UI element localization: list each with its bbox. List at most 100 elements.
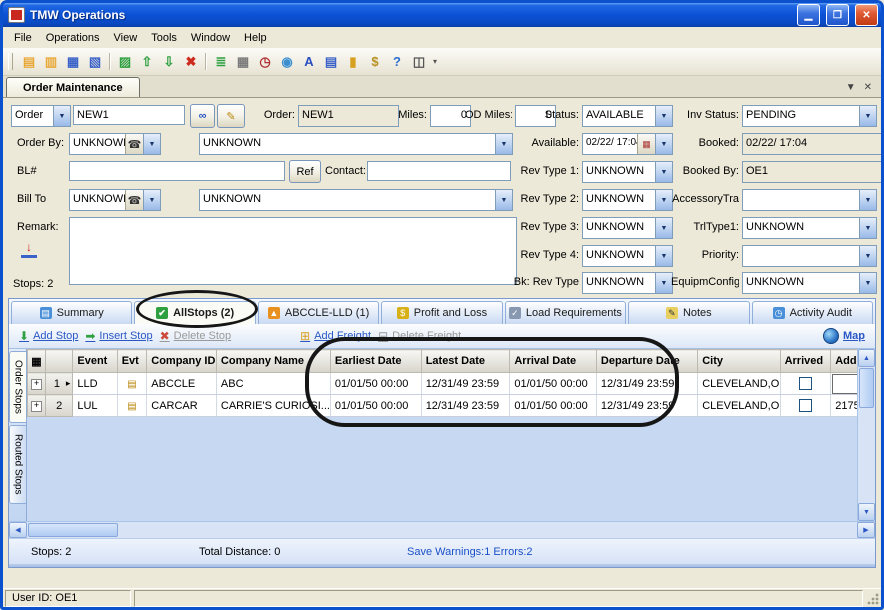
scrollbar-track[interactable] [119,522,857,538]
bk-rev-type-combo[interactable]: UNKNOWN ▼ [582,272,673,294]
col-latest-date[interactable]: Latest Date [421,350,510,373]
books-icon[interactable]: ▨ [114,51,136,72]
tab-order-maintenance[interactable]: Order Maintenance [6,77,140,97]
rev-type3-combo[interactable]: UNKNOWN ▼ [582,217,673,239]
open-icon[interactable]: ▥ [40,51,62,72]
arrival-date-cell[interactable]: 01/01/50 00:00 [510,373,597,395]
trl-type1-combo[interactable]: UNKNOWN ▼ [742,217,877,239]
accessory-combo[interactable]: ▼ [742,189,877,211]
export-icon[interactable]: ⇩ [158,51,180,72]
row-header[interactable]: 1▸ [45,373,72,395]
menu-view[interactable]: View [107,30,145,46]
departure-date-cell[interactable]: 12/31/49 23:59 [596,373,697,395]
scroll-left-icon[interactable]: ◀ [9,522,27,538]
help-icon[interactable]: ? [386,51,408,72]
tab-load-requirements[interactable]: ✓ Load Requirements [505,301,626,324]
delete-icon[interactable]: ✖ [180,51,202,72]
tab-activity-audit[interactable]: ◷ Activity Audit [752,301,873,324]
col-arrival-date[interactable]: Arrival Date [510,350,597,373]
inv-status-combo[interactable]: PENDING ▼ [742,105,877,127]
chevron-down-icon[interactable]: ▼ [859,246,876,266]
chevron-down-icon[interactable]: ▼ [859,190,876,210]
calendar-icon[interactable]: ▦ [637,134,655,154]
equip-config-combo[interactable]: UNKNOWN ▼ [742,272,877,294]
globe-icon[interactable]: ◉ [276,51,298,72]
scroll-down-icon[interactable]: ▼ [858,503,875,521]
delete-stop-link[interactable]: ✖ Delete Stop [160,329,232,343]
maximize-button[interactable]: ❐ [826,4,849,26]
rev-type2-combo[interactable]: UNKNOWN ▼ [582,189,673,211]
priority-combo[interactable]: ▼ [742,245,877,267]
table-row[interactable]: + 2 LUL ▤ CARCAR CARRIE'S CURIOSI... 01/… [28,395,876,417]
chevron-down-icon[interactable]: ▼ [655,273,672,293]
expand-icon[interactable]: + [31,401,42,412]
rev-type1-combo[interactable]: UNKNOWN ▼ [582,161,673,183]
expand-cell[interactable]: + [28,395,46,417]
arrived-cell[interactable] [780,373,831,395]
arrival-date-cell[interactable]: 01/01/50 00:00 [510,395,597,417]
order-type-combo[interactable]: Order ▼ [11,105,71,127]
tab-allstops[interactable]: ✔ AllStops (2) [134,301,255,324]
lock-icon[interactable]: ▮ [342,51,364,72]
chevron-down-icon[interactable]: ▼ [655,246,672,266]
schedule-icon[interactable]: ▦ [232,51,254,72]
scroll-right-icon[interactable]: ▶ [857,522,875,538]
earliest-date-cell[interactable]: 01/01/50 00:00 [330,373,421,395]
expand-icon[interactable]: + [31,379,42,390]
company-id-cell[interactable]: CARCAR [147,395,217,417]
field-chooser-icon[interactable]: ▦ [28,350,46,373]
delete-freight-link[interactable]: ⊟ Delete Freight [378,329,461,343]
horizontal-scrollbar[interactable]: ◀ ▶ [9,521,875,538]
col-event[interactable]: Event [73,350,117,373]
event-cell[interactable]: LUL [73,395,117,417]
status-combo[interactable]: AVAILABLE ▼ [582,105,673,127]
vertical-scrollbar[interactable]: ▲ ▼ [857,349,875,521]
side-tab-order-stops[interactable]: Order Stops [9,351,26,423]
tab-abccle-lld[interactable]: ▲ ABCCLE-LLD (1) [258,301,379,324]
toolbar-overflow-icon[interactable]: ▾ [433,57,437,66]
new-icon[interactable]: ▤ [18,51,40,72]
col-arrived[interactable]: Arrived [780,350,831,373]
chevron-down-icon[interactable]: ▼ [859,106,876,126]
close-button[interactable]: ✕ [855,4,878,26]
menu-help[interactable]: Help [237,30,274,46]
table-row[interactable]: + 1▸ LLD ▤ ABCCLE ABC 01/01/50 00:00 12/… [28,373,876,395]
chevron-down-icon[interactable]: ▼ [655,218,672,238]
report-icon[interactable]: ≣ [210,51,232,72]
chevron-down-icon[interactable]: ▼ [655,106,672,126]
edit-button[interactable]: ✎ [217,104,245,128]
scrollbar-thumb[interactable] [28,523,118,537]
col-city[interactable]: City [698,350,780,373]
bill-to-name-combo[interactable]: UNKNOWN ▼ [199,189,513,211]
available-date-field[interactable]: 02/22/ 17:04 ▦ ▼ [582,133,673,155]
import-icon[interactable]: ⇧ [136,51,158,72]
side-tab-routed-stops[interactable]: Routed Stops [9,425,26,504]
close-tab-icon[interactable]: ✕ [864,82,872,93]
minimize-button[interactable]: ▁ [797,4,820,26]
evt-cell[interactable]: ▤ [117,373,147,395]
resize-grip[interactable] [866,592,879,605]
scroll-up-icon[interactable]: ▲ [858,349,875,367]
arrived-checkbox[interactable] [799,399,812,412]
order-by-name-combo[interactable]: UNKNOWN ▼ [199,133,513,155]
add-stop-link[interactable]: ⬇ Add Stop [19,329,78,343]
print-icon[interactable]: ▤ [320,51,342,72]
row-header[interactable]: 2 [45,395,72,417]
scrollbar-thumb[interactable] [859,368,874,408]
earliest-date-cell[interactable]: 01/01/50 00:00 [330,395,421,417]
col-evt[interactable]: Evt [117,350,147,373]
menu-file[interactable]: File [7,30,39,46]
col-earliest-date[interactable]: Earliest Date [330,350,421,373]
scrollbar-track[interactable] [858,409,875,503]
toolbar-grip[interactable] [8,53,13,70]
chevron-down-icon[interactable]: ▼ [53,106,70,126]
chevron-down-icon[interactable]: ▼ [655,190,672,210]
arrived-checkbox[interactable] [799,377,812,390]
latest-date-cell[interactable]: 12/31/49 23:59 [421,395,510,417]
tab-profit-and-loss[interactable]: $ Profit and Loss [381,301,502,324]
phone-icon[interactable]: ☎ [125,190,143,210]
window-exit-icon[interactable]: ◫ [408,51,430,72]
save-warnings-link[interactable]: Save Warnings:1 Errors:2 [407,546,533,558]
col-departure-date[interactable]: Departure Date [596,350,697,373]
search-button[interactable]: ∞ [190,104,215,128]
